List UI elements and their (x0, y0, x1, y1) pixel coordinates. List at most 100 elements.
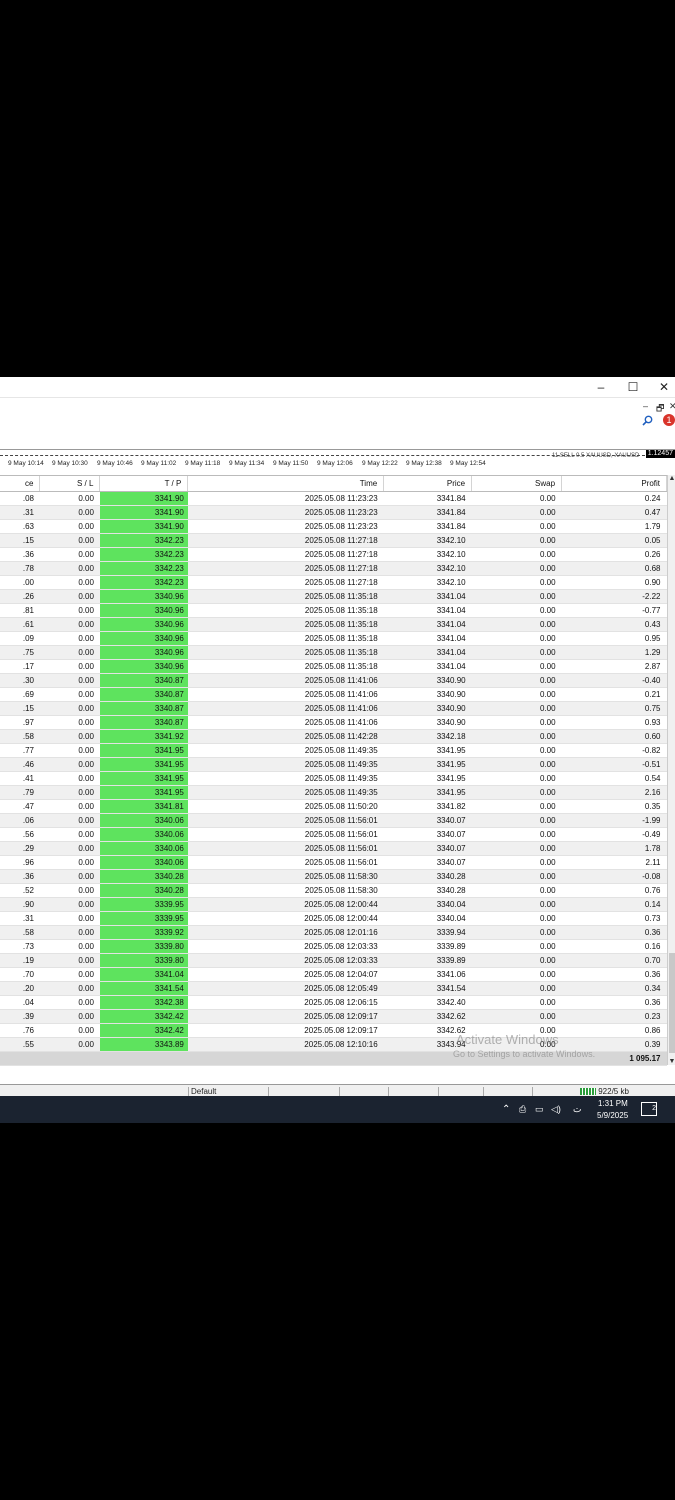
col-time-header[interactable]: Time (187, 476, 385, 492)
notification-center-icon[interactable]: 2 (641, 1102, 657, 1116)
mdi-minimize-button[interactable]: – (643, 401, 648, 411)
mdi-restore-button[interactable]: 🗗 (656, 401, 664, 417)
cell-swap: 0.00 (471, 631, 562, 646)
cell-time: 2025.05.08 11:35:18 (187, 645, 384, 660)
volume-icon[interactable]: ◁) (551, 1104, 561, 1115)
network-icon[interactable]: ▭ (535, 1104, 544, 1115)
cell-time: 2025.05.08 11:58:30 (187, 869, 384, 884)
cell-time: 2025.05.08 11:58:30 (187, 883, 384, 898)
table-row[interactable]: .04 0.00 3342.38 2025.05.08 12:06:15 3342.40… (0, 995, 667, 1010)
table-row[interactable]: .36 0.00 3342.23 2025.05.08 11:27:18 3342.10… (0, 547, 667, 562)
table-row[interactable]: .31 0.00 3341.90 2025.05.08 11:23:23 3341.84… (0, 505, 667, 520)
cell-profit: -0.40 (561, 673, 667, 688)
clock-time[interactable]: 1:31 PM (598, 1099, 628, 1108)
scroll-up-arrow[interactable]: ▲ (668, 475, 675, 482)
scroll-thumb[interactable] (669, 953, 675, 1053)
table-row[interactable]: .15 0.00 3340.87 2025.05.08 11:41:06 3340.90… (0, 701, 667, 716)
col-swap-header[interactable]: Swap (471, 476, 563, 492)
cell-price: 3341.04 (383, 603, 472, 618)
cell-swap: 0.00 (471, 701, 562, 716)
table-row[interactable]: .70 0.00 3341.04 2025.05.08 12:04:07 3341.06… (0, 967, 667, 982)
cell-time: 2025.05.08 11:41:06 (187, 673, 384, 688)
col-price-header[interactable]: Price (383, 476, 473, 492)
table-row[interactable]: .63 0.00 3341.90 2025.05.08 11:23:23 3341.84… (0, 519, 667, 534)
clock-date[interactable]: 5/9/2025 (597, 1111, 628, 1120)
cell-open-price: .96 (0, 855, 40, 870)
table-scrollbar[interactable]: ▲ ▼ (667, 475, 675, 1065)
table-row[interactable]: .97 0.00 3340.87 2025.05.08 11:41:06 3340.90… (0, 715, 667, 730)
table-row[interactable]: .36 0.00 3340.28 2025.05.08 11:58:30 3340.28… (0, 869, 667, 884)
mdi-close-button[interactable]: ✕ (669, 401, 675, 412)
scroll-down-arrow[interactable]: ▼ (668, 1058, 675, 1065)
minimize-button[interactable]: – (592, 379, 610, 395)
cell-profit: 0.70 (561, 953, 667, 968)
cell-swap: 0.00 (471, 771, 562, 786)
table-row[interactable]: .19 0.00 3339.80 2025.05.08 12:03:33 3339.89… (0, 953, 667, 968)
col-profit-header[interactable]: Profit (561, 476, 667, 492)
table-row[interactable]: .20 0.00 3341.54 2025.05.08 12:05:49 3341.54… (0, 981, 667, 996)
maximize-button[interactable]: ☐ (624, 379, 642, 395)
notification-badge[interactable]: 1 (663, 414, 675, 426)
cell-time: 2025.05.08 12:01:16 (187, 925, 384, 940)
cell-price: 3341.82 (383, 799, 472, 814)
table-row[interactable]: .31 0.00 3339.95 2025.05.08 12:00:44 3340.04… (0, 911, 667, 926)
search-icon[interactable] (642, 415, 653, 429)
input-language[interactable]: ت (573, 1104, 581, 1115)
table-row[interactable]: .81 0.00 3340.96 2025.05.08 11:35:18 3341.04… (0, 603, 667, 618)
table-row[interactable]: .08 0.00 3341.90 2025.05.08 11:23:23 3341.84… (0, 491, 667, 506)
table-row[interactable]: .30 0.00 3340.87 2025.05.08 11:41:06 3340.90… (0, 673, 667, 688)
cell-sl: 0.00 (39, 701, 100, 716)
table-row[interactable]: .52 0.00 3340.28 2025.05.08 11:58:30 3340.28… (0, 883, 667, 898)
table-row[interactable]: .39 0.00 3342.42 2025.05.08 12:09:17 3342.62… (0, 1009, 667, 1024)
tray-device-icon[interactable]: ⎙ (519, 1104, 526, 1115)
cell-swap: 0.00 (471, 939, 562, 954)
close-button[interactable]: ✕ (655, 379, 673, 395)
cell-profit: 0.23 (561, 1009, 667, 1024)
cell-swap: 0.00 (471, 617, 562, 632)
connection-bars-icon (580, 1088, 596, 1096)
table-row[interactable]: .69 0.00 3340.87 2025.05.08 11:41:06 3340.90… (0, 687, 667, 702)
cell-profit: -1.99 (561, 813, 667, 828)
table-row[interactable]: .41 0.00 3341.95 2025.05.08 11:49:35 3341.95… (0, 771, 667, 786)
table-row[interactable]: .58 0.00 3341.92 2025.05.08 11:42:28 3342.18… (0, 729, 667, 744)
table-row[interactable]: .56 0.00 3340.06 2025.05.08 11:56:01 3340.07… (0, 827, 667, 842)
table-row[interactable]: .79 0.00 3341.95 2025.05.08 11:49:35 3341.95… (0, 785, 667, 800)
table-body: .08 0.00 3341.90 2025.05.08 11:23:23 3341.84… (0, 491, 667, 1052)
chart-time-label: 9 May 12:22 (362, 460, 398, 467)
cell-sl: 0.00 (39, 883, 100, 898)
cell-sl: 0.00 (39, 995, 100, 1010)
table-row[interactable]: .26 0.00 3340.96 2025.05.08 11:35:18 3341.04… (0, 589, 667, 604)
cell-profit: 0.95 (561, 631, 667, 646)
cell-sl: 0.00 (39, 1009, 100, 1024)
table-row[interactable]: .47 0.00 3341.81 2025.05.08 11:50:20 3341.82… (0, 799, 667, 814)
table-row[interactable]: .96 0.00 3340.06 2025.05.08 11:56:01 3340.07… (0, 855, 667, 870)
table-row[interactable]: .90 0.00 3339.95 2025.05.08 12:00:44 3340.04… (0, 897, 667, 912)
table-row[interactable]: .77 0.00 3341.95 2025.05.08 11:49:35 3341.95… (0, 743, 667, 758)
table-row[interactable]: .15 0.00 3342.23 2025.05.08 11:27:18 3342.10… (0, 533, 667, 548)
table-row[interactable]: .09 0.00 3340.96 2025.05.08 11:35:18 3341.04… (0, 631, 667, 646)
table-row[interactable]: .17 0.00 3340.96 2025.05.08 11:35:18 3341.04… (0, 659, 667, 674)
col-open-price-header[interactable]: ce (0, 476, 41, 492)
table-row[interactable]: .29 0.00 3340.06 2025.05.08 11:56:01 3340.07… (0, 841, 667, 856)
col-sl-header[interactable]: S / L (39, 476, 101, 492)
table-row[interactable]: .58 0.00 3339.92 2025.05.08 12:01:16 3339.94… (0, 925, 667, 940)
cell-sl: 0.00 (39, 757, 100, 772)
chart-time-label: 9 May 11:50 (273, 460, 309, 467)
table-row[interactable]: .46 0.00 3341.95 2025.05.08 11:49:35 3341.95… (0, 757, 667, 772)
cell-open-price: .19 (0, 953, 40, 968)
table-row[interactable]: .06 0.00 3340.06 2025.05.08 11:56:01 3340.07… (0, 813, 667, 828)
cell-swap: 0.00 (471, 869, 562, 884)
table-row[interactable]: .76 0.00 3342.42 2025.05.08 12:09:17 3342.62… (0, 1023, 667, 1038)
table-row[interactable]: .00 0.00 3342.23 2025.05.08 11:27:18 3342.10… (0, 575, 667, 590)
col-tp-header[interactable]: T / P (99, 476, 189, 492)
table-row[interactable]: .75 0.00 3340.96 2025.05.08 11:35:18 3341.04… (0, 645, 667, 660)
table-row[interactable]: .73 0.00 3339.80 2025.05.08 12:03:33 3339.89… (0, 939, 667, 954)
table-row[interactable]: .61 0.00 3340.96 2025.05.08 11:35:18 3341.04… (0, 617, 667, 632)
cell-sl: 0.00 (39, 1023, 100, 1038)
cell-sl: 0.00 (39, 547, 100, 562)
cell-sl: 0.00 (39, 799, 100, 814)
cell-time: 2025.05.08 11:56:01 (187, 813, 384, 828)
table-row[interactable]: .78 0.00 3342.23 2025.05.08 11:27:18 3342.10… (0, 561, 667, 576)
tray-chevron-icon[interactable]: ⌃ (502, 1104, 510, 1115)
cell-price: 3341.84 (383, 491, 472, 506)
